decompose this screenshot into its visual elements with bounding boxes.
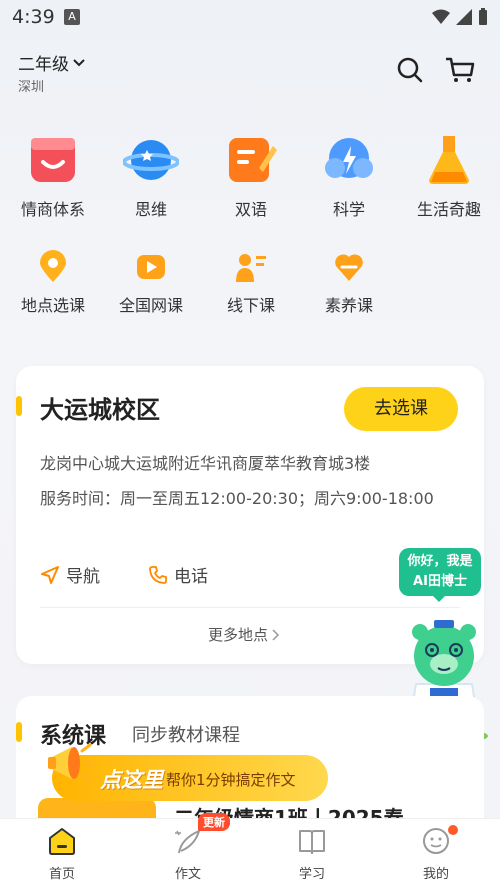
life-flask-icon	[429, 136, 469, 184]
thinking-planet-icon	[123, 140, 179, 180]
city-label: 深圳	[18, 80, 45, 95]
nav-study[interactable]: 学习	[272, 827, 352, 882]
ai-greeting-line1: 你好，我是	[407, 554, 473, 569]
category-science[interactable]: 科学	[304, 132, 394, 220]
category-label: 思维	[134, 200, 167, 219]
new-badge: 更新	[198, 813, 230, 831]
grade-label: 二年级	[18, 55, 69, 75]
notification-dot	[448, 825, 458, 835]
category-label: 素养课	[324, 296, 373, 315]
phone-icon	[149, 565, 167, 584]
accent-bar	[16, 396, 22, 416]
service-hours: 服务时间：周一至周五12:00-20:30；周六9:00-18:00	[40, 489, 434, 508]
category-label: 全国网课	[118, 296, 183, 315]
phone-label: 电话	[174, 567, 208, 587]
category-location[interactable]: 地点选课	[8, 250, 98, 316]
category-eq[interactable]: 情商体系	[8, 132, 98, 220]
notification-icon: A	[64, 9, 80, 25]
profile-face-icon	[423, 828, 449, 854]
category-bilingual[interactable]: 双语	[206, 132, 296, 220]
select-course-button[interactable]: 去选课	[344, 387, 458, 431]
essay-promo-banner[interactable]: 点这里 帮你1分钟搞定作文	[48, 743, 328, 801]
category-offline[interactable]: 线下课	[206, 250, 296, 316]
section-subtitle: 同步教材课程	[132, 725, 240, 746]
status-icons	[432, 8, 488, 26]
wifi-icon	[432, 9, 450, 24]
chevron-right-icon	[272, 628, 280, 641]
battery-icon	[479, 8, 487, 25]
more-locations-link[interactable]: 更多地点	[208, 624, 280, 645]
phone-button[interactable]: 电话	[148, 562, 208, 587]
navigation-arrow-icon	[41, 565, 59, 584]
nav-home-label: 首页	[48, 867, 75, 882]
nav-essay-label: 作文	[174, 867, 201, 882]
campus-name: 大运城校区	[40, 396, 160, 424]
heart-icon	[335, 254, 363, 281]
category-label: 生活奇趣	[416, 200, 481, 219]
navigate-label: 导航	[66, 567, 100, 587]
navigate-button[interactable]: 导航	[40, 562, 100, 587]
bilingual-book-icon	[229, 138, 277, 182]
chevron-down-icon	[73, 58, 85, 66]
online-play-icon	[137, 255, 165, 279]
bottom-nav: 首页 作文 更新 学习 我的	[0, 813, 500, 888]
category-thinking[interactable]: 思维	[106, 132, 196, 220]
category-label: 科学	[332, 200, 365, 219]
eq-icon	[31, 138, 75, 182]
home-icon	[49, 828, 75, 855]
category-life[interactable]: 生活奇趣	[404, 132, 494, 220]
campus-address: 龙岗中心城大运城附近华讯商厦萃华教育城3楼	[40, 454, 371, 473]
accent-bar	[16, 722, 22, 742]
category-label: 情商体系	[20, 200, 85, 219]
grade-selector[interactable]: 二年级	[18, 50, 85, 75]
promo-sub-text: 帮你1分钟搞定作文	[166, 771, 296, 789]
divider	[40, 607, 460, 608]
science-cloud-icon	[325, 138, 373, 178]
offline-teacher-icon	[236, 254, 266, 282]
ai-greeting-line2: AI田博士	[413, 574, 467, 589]
nav-home[interactable]: 首页	[22, 827, 102, 882]
category-online[interactable]: 全国网课	[106, 250, 196, 316]
status-time: 4:39	[12, 6, 55, 28]
megaphone-icon	[48, 743, 96, 783]
signal-icon	[456, 9, 472, 25]
more-locations-label: 更多地点	[208, 626, 269, 644]
category-label: 双语	[234, 200, 267, 219]
ai-greeting-bubble[interactable]: 你好，我是 AI田博士	[399, 548, 481, 602]
cart-icon[interactable]	[444, 56, 476, 84]
search-icon[interactable]	[396, 56, 424, 84]
status-bar: 4:39 A	[0, 0, 500, 34]
promo-main-text: 点这里	[100, 768, 163, 792]
nav-mine-label: 我的	[422, 867, 449, 882]
nav-essay[interactable]: 作文	[148, 827, 228, 882]
category-label: 线下课	[226, 296, 275, 315]
location-pin-icon	[40, 250, 66, 282]
essay-quill-icon	[175, 830, 200, 854]
category-label: 地点选课	[20, 296, 85, 315]
category-literacy[interactable]: 素养课	[304, 250, 394, 316]
book-icon	[299, 830, 325, 854]
nav-study-label: 学习	[298, 867, 325, 882]
nav-mine[interactable]: 我的	[396, 827, 476, 882]
